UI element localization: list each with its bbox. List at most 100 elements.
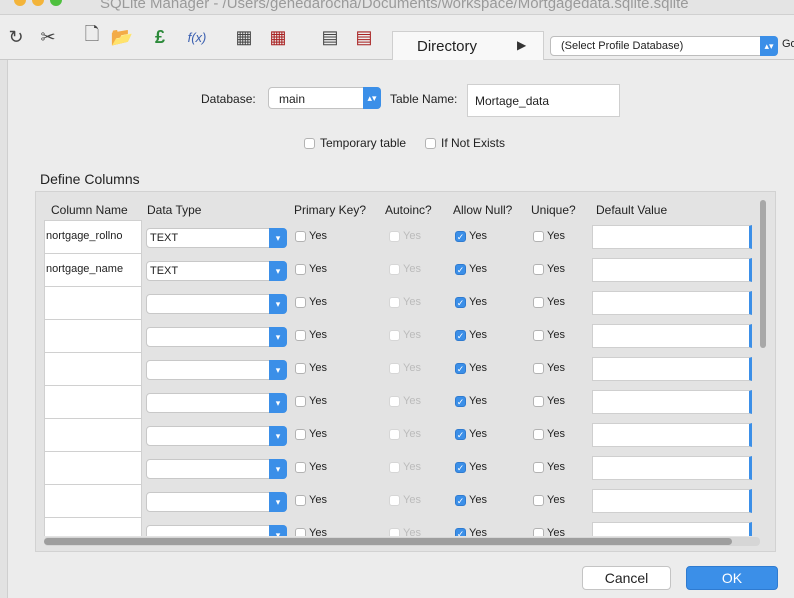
allow-null-option[interactable]: ✓ Yes <box>455 395 487 407</box>
primary-key-checkbox[interactable] <box>295 329 306 341</box>
default-value-input[interactable] <box>592 291 752 315</box>
unique-option[interactable]: Yes <box>533 329 565 341</box>
unique-checkbox[interactable] <box>533 461 544 473</box>
allow-null-checkbox[interactable]: ✓ <box>455 329 466 341</box>
data-type-select[interactable]: ▾ <box>146 525 287 536</box>
data-type-select[interactable]: ▾ <box>146 393 287 413</box>
column-name-input[interactable] <box>44 352 142 386</box>
unique-option[interactable]: Yes <box>533 296 565 308</box>
primary-key-option[interactable]: Yes <box>295 527 327 536</box>
vertical-scrollbar[interactable] <box>758 198 768 538</box>
unique-checkbox[interactable] <box>533 527 544 536</box>
unique-option[interactable]: Yes <box>533 428 565 440</box>
unique-checkbox[interactable] <box>533 428 544 440</box>
unique-option[interactable]: Yes <box>533 494 565 506</box>
unique-checkbox[interactable] <box>533 329 544 341</box>
data-type-select[interactable]: ▾ <box>146 459 287 479</box>
yes-label: Yes <box>547 263 565 275</box>
unique-checkbox[interactable] <box>533 494 544 506</box>
data-type-select[interactable]: TEXT ▾ <box>146 228 287 248</box>
default-value-input[interactable] <box>592 357 752 381</box>
column-name-input[interactable] <box>44 451 142 485</box>
data-type-select[interactable]: TEXT ▾ <box>146 261 287 281</box>
yes-label: Yes <box>547 230 565 242</box>
allow-null-option[interactable]: ✓ Yes <box>455 296 487 308</box>
default-value-input[interactable] <box>592 489 752 513</box>
primary-key-option[interactable]: Yes <box>295 461 327 473</box>
default-value-input[interactable] <box>592 390 752 414</box>
primary-key-option[interactable]: Yes <box>295 230 327 242</box>
allow-null-option[interactable]: ✓ Yes <box>455 494 487 506</box>
primary-key-option[interactable]: Yes <box>295 428 327 440</box>
column-name-input[interactable] <box>44 286 142 320</box>
allow-null-checkbox[interactable]: ✓ <box>455 461 466 473</box>
column-name-input[interactable] <box>44 517 142 536</box>
allow-null-checkbox[interactable]: ✓ <box>455 230 466 242</box>
unique-option[interactable]: Yes <box>533 230 565 242</box>
default-value-input[interactable] <box>592 258 752 282</box>
primary-key-checkbox[interactable] <box>295 362 306 374</box>
data-type-select[interactable]: ▾ <box>146 327 287 347</box>
allow-null-checkbox[interactable]: ✓ <box>455 296 466 308</box>
primary-key-option[interactable]: Yes <box>295 362 327 374</box>
unique-option[interactable]: Yes <box>533 395 565 407</box>
primary-key-checkbox[interactable] <box>295 263 306 275</box>
column-name-input[interactable] <box>44 319 142 353</box>
horizontal-scroll-thumb[interactable] <box>44 538 732 545</box>
autoinc-checkbox <box>389 428 400 440</box>
unique-checkbox[interactable] <box>533 362 544 374</box>
ok-button[interactable]: OK <box>686 566 778 590</box>
unique-checkbox[interactable] <box>533 230 544 242</box>
unique-checkbox[interactable] <box>533 263 544 275</box>
allow-null-checkbox[interactable]: ✓ <box>455 362 466 374</box>
data-type-select[interactable]: ▾ <box>146 294 287 314</box>
unique-checkbox[interactable] <box>533 296 544 308</box>
allow-null-option[interactable]: ✓ Yes <box>455 428 487 440</box>
primary-key-checkbox[interactable] <box>295 230 306 242</box>
allow-null-checkbox[interactable]: ✓ <box>455 494 466 506</box>
default-value-input[interactable] <box>592 225 752 249</box>
primary-key-checkbox[interactable] <box>295 461 306 473</box>
allow-null-option[interactable]: ✓ Yes <box>455 461 487 473</box>
unique-checkbox[interactable] <box>533 395 544 407</box>
default-value-input[interactable] <box>592 456 752 480</box>
cancel-button[interactable]: Cancel <box>582 566 671 590</box>
default-value-input[interactable] <box>592 423 752 447</box>
column-name-input[interactable]: nortgage_name <box>44 253 142 287</box>
column-name-input[interactable] <box>44 385 142 419</box>
autoinc-checkbox <box>389 527 400 536</box>
allow-null-option[interactable]: ✓ Yes <box>455 362 487 374</box>
data-type-select[interactable]: ▾ <box>146 492 287 512</box>
unique-option[interactable]: Yes <box>533 527 565 536</box>
unique-option[interactable]: Yes <box>533 461 565 473</box>
primary-key-option[interactable]: Yes <box>295 395 327 407</box>
column-name-input[interactable] <box>44 484 142 518</box>
unique-option[interactable]: Yes <box>533 263 565 275</box>
allow-null-option[interactable]: ✓ Yes <box>455 527 487 536</box>
allow-null-option[interactable]: ✓ Yes <box>455 329 487 341</box>
allow-null-checkbox[interactable]: ✓ <box>455 527 466 536</box>
column-name-input[interactable] <box>44 418 142 452</box>
allow-null-option[interactable]: ✓ Yes <box>455 263 487 275</box>
primary-key-option[interactable]: Yes <box>295 263 327 275</box>
vertical-scroll-thumb[interactable] <box>760 200 766 348</box>
allow-null-checkbox[interactable]: ✓ <box>455 428 466 440</box>
primary-key-checkbox[interactable] <box>295 296 306 308</box>
primary-key-option[interactable]: Yes <box>295 296 327 308</box>
horizontal-scrollbar[interactable] <box>44 537 760 546</box>
primary-key-option[interactable]: Yes <box>295 494 327 506</box>
primary-key-checkbox[interactable] <box>295 395 306 407</box>
allow-null-checkbox[interactable]: ✓ <box>455 263 466 275</box>
primary-key-option[interactable]: Yes <box>295 329 327 341</box>
primary-key-checkbox[interactable] <box>295 428 306 440</box>
default-value-input[interactable] <box>592 324 752 348</box>
primary-key-checkbox[interactable] <box>295 494 306 506</box>
unique-option[interactable]: Yes <box>533 362 565 374</box>
allow-null-checkbox[interactable]: ✓ <box>455 395 466 407</box>
default-value-input[interactable] <box>592 522 752 536</box>
primary-key-checkbox[interactable] <box>295 527 306 536</box>
data-type-select[interactable]: ▾ <box>146 426 287 446</box>
allow-null-option[interactable]: ✓ Yes <box>455 230 487 242</box>
column-name-input[interactable]: nortgage_rollno <box>44 220 142 254</box>
data-type-select[interactable]: ▾ <box>146 360 287 380</box>
